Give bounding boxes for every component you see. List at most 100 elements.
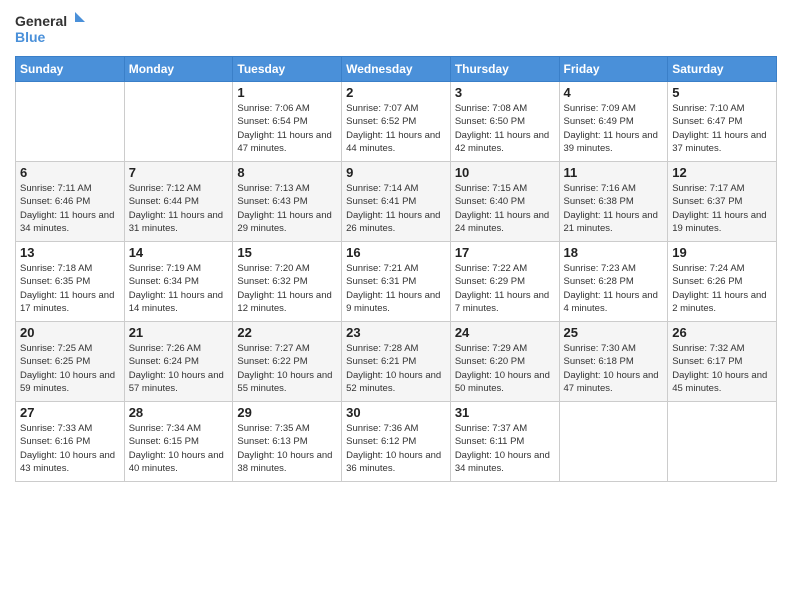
day-info: Sunrise: 7:30 AM Sunset: 6:18 PM Dayligh… — [564, 342, 664, 395]
day-number: 24 — [455, 325, 555, 340]
column-header-wednesday: Wednesday — [342, 57, 451, 82]
calendar-cell: 20 Sunrise: 7:25 AM Sunset: 6:25 PM Dayli… — [16, 322, 125, 402]
column-header-monday: Monday — [124, 57, 233, 82]
calendar-cell: 21 Sunrise: 7:26 AM Sunset: 6:24 PM Dayli… — [124, 322, 233, 402]
calendar-cell: 28 Sunrise: 7:34 AM Sunset: 6:15 PM Dayli… — [124, 402, 233, 482]
day-number: 7 — [129, 165, 229, 180]
calendar-cell: 16 Sunrise: 7:21 AM Sunset: 6:31 PM Dayli… — [342, 242, 451, 322]
calendar-week-1: 1 Sunrise: 7:06 AM Sunset: 6:54 PM Daylig… — [16, 82, 777, 162]
day-info: Sunrise: 7:06 AM Sunset: 6:54 PM Dayligh… — [237, 102, 337, 155]
day-info: Sunrise: 7:26 AM Sunset: 6:24 PM Dayligh… — [129, 342, 229, 395]
day-info: Sunrise: 7:07 AM Sunset: 6:52 PM Dayligh… — [346, 102, 446, 155]
day-number: 12 — [672, 165, 772, 180]
calendar-cell: 19 Sunrise: 7:24 AM Sunset: 6:26 PM Dayli… — [668, 242, 777, 322]
calendar-week-2: 6Sunrise: 7:11 AM Sunset: 6:46 PM Daylig… — [16, 162, 777, 242]
calendar-cell: 22 Sunrise: 7:27 AM Sunset: 6:22 PM Dayli… — [233, 322, 342, 402]
day-info: Sunrise: 7:34 AM Sunset: 6:15 PM Dayligh… — [129, 422, 229, 475]
day-number: 17 — [455, 245, 555, 260]
day-number: 28 — [129, 405, 229, 420]
day-number: 31 — [455, 405, 555, 420]
day-number: 27 — [20, 405, 120, 420]
calendar-cell: 4 Sunrise: 7:09 AM Sunset: 6:49 PM Daylig… — [559, 82, 668, 162]
svg-text:General: General — [15, 13, 67, 29]
day-info: Sunrise: 7:32 AM Sunset: 6:17 PM Dayligh… — [672, 342, 772, 395]
day-info: Sunrise: 7:37 AM Sunset: 6:11 PM Dayligh… — [455, 422, 555, 475]
day-info: Sunrise: 7:13 AM Sunset: 6:43 PM Dayligh… — [237, 182, 337, 235]
day-number: 19 — [672, 245, 772, 260]
day-number: 9 — [346, 165, 446, 180]
column-header-tuesday: Tuesday — [233, 57, 342, 82]
day-info: Sunrise: 7:18 AM Sunset: 6:35 PM Dayligh… — [20, 262, 120, 315]
column-header-sunday: Sunday — [16, 57, 125, 82]
calendar-cell: 6Sunrise: 7:11 AM Sunset: 6:46 PM Daylig… — [16, 162, 125, 242]
calendar-week-3: 13 Sunrise: 7:18 AM Sunset: 6:35 PM Dayli… — [16, 242, 777, 322]
day-number: 30 — [346, 405, 446, 420]
calendar-week-5: 27 Sunrise: 7:33 AM Sunset: 6:16 PM Dayli… — [16, 402, 777, 482]
day-number: 3 — [455, 85, 555, 100]
day-number: 22 — [237, 325, 337, 340]
day-number: 26 — [672, 325, 772, 340]
day-number: 20 — [20, 325, 120, 340]
logo-svg: General Blue — [15, 10, 85, 48]
calendar-cell: 8 Sunrise: 7:13 AM Sunset: 6:43 PM Daylig… — [233, 162, 342, 242]
calendar-cell: 3Sunrise: 7:08 AM Sunset: 6:50 PM Daylig… — [450, 82, 559, 162]
svg-text:Blue: Blue — [15, 29, 46, 45]
calendar-cell: 5Sunrise: 7:10 AM Sunset: 6:47 PM Daylig… — [668, 82, 777, 162]
day-number: 21 — [129, 325, 229, 340]
day-number: 18 — [564, 245, 664, 260]
day-info: Sunrise: 7:24 AM Sunset: 6:26 PM Dayligh… — [672, 262, 772, 315]
calendar-cell: 30 Sunrise: 7:36 AM Sunset: 6:12 PM Dayli… — [342, 402, 451, 482]
calendar-cell: 15Sunrise: 7:20 AM Sunset: 6:32 PM Dayli… — [233, 242, 342, 322]
day-info: Sunrise: 7:36 AM Sunset: 6:12 PM Dayligh… — [346, 422, 446, 475]
calendar-cell: 14 Sunrise: 7:19 AM Sunset: 6:34 PM Dayli… — [124, 242, 233, 322]
column-header-thursday: Thursday — [450, 57, 559, 82]
calendar-cell: 7 Sunrise: 7:12 AM Sunset: 6:44 PM Daylig… — [124, 162, 233, 242]
calendar-cell: 10Sunrise: 7:15 AM Sunset: 6:40 PM Dayli… — [450, 162, 559, 242]
calendar-cell: 17 Sunrise: 7:22 AM Sunset: 6:29 PM Dayli… — [450, 242, 559, 322]
day-info: Sunrise: 7:10 AM Sunset: 6:47 PM Dayligh… — [672, 102, 772, 155]
day-info: Sunrise: 7:16 AM Sunset: 6:38 PM Dayligh… — [564, 182, 664, 235]
day-number: 11 — [564, 165, 664, 180]
calendar-cell: 11 Sunrise: 7:16 AM Sunset: 6:38 PM Dayli… — [559, 162, 668, 242]
calendar-cell: 27 Sunrise: 7:33 AM Sunset: 6:16 PM Dayli… — [16, 402, 125, 482]
day-info: Sunrise: 7:21 AM Sunset: 6:31 PM Dayligh… — [346, 262, 446, 315]
calendar-cell — [124, 82, 233, 162]
calendar-cell: 18 Sunrise: 7:23 AM Sunset: 6:28 PM Dayli… — [559, 242, 668, 322]
day-info: Sunrise: 7:22 AM Sunset: 6:29 PM Dayligh… — [455, 262, 555, 315]
day-info: Sunrise: 7:27 AM Sunset: 6:22 PM Dayligh… — [237, 342, 337, 395]
day-number: 14 — [129, 245, 229, 260]
day-number: 1 — [237, 85, 337, 100]
day-info: Sunrise: 7:23 AM Sunset: 6:28 PM Dayligh… — [564, 262, 664, 315]
day-number: 8 — [237, 165, 337, 180]
day-number: 29 — [237, 405, 337, 420]
calendar-cell: 31 Sunrise: 7:37 AM Sunset: 6:11 PM Dayli… — [450, 402, 559, 482]
day-info: Sunrise: 7:28 AM Sunset: 6:21 PM Dayligh… — [346, 342, 446, 395]
day-number: 2 — [346, 85, 446, 100]
calendar-cell — [668, 402, 777, 482]
calendar-cell: 12 Sunrise: 7:17 AM Sunset: 6:37 PM Dayli… — [668, 162, 777, 242]
day-info: Sunrise: 7:09 AM Sunset: 6:49 PM Dayligh… — [564, 102, 664, 155]
day-info: Sunrise: 7:25 AM Sunset: 6:25 PM Dayligh… — [20, 342, 120, 395]
calendar-cell — [559, 402, 668, 482]
day-info: Sunrise: 7:17 AM Sunset: 6:37 PM Dayligh… — [672, 182, 772, 235]
day-info: Sunrise: 7:19 AM Sunset: 6:34 PM Dayligh… — [129, 262, 229, 315]
day-info: Sunrise: 7:29 AM Sunset: 6:20 PM Dayligh… — [455, 342, 555, 395]
calendar-cell: 25 Sunrise: 7:30 AM Sunset: 6:18 PM Dayli… — [559, 322, 668, 402]
calendar-cell: 1 Sunrise: 7:06 AM Sunset: 6:54 PM Daylig… — [233, 82, 342, 162]
day-number: 10 — [455, 165, 555, 180]
day-info: Sunrise: 7:33 AM Sunset: 6:16 PM Dayligh… — [20, 422, 120, 475]
day-info: Sunrise: 7:12 AM Sunset: 6:44 PM Dayligh… — [129, 182, 229, 235]
day-number: 13 — [20, 245, 120, 260]
calendar-cell: 2 Sunrise: 7:07 AM Sunset: 6:52 PM Daylig… — [342, 82, 451, 162]
calendar-week-4: 20 Sunrise: 7:25 AM Sunset: 6:25 PM Dayli… — [16, 322, 777, 402]
column-header-friday: Friday — [559, 57, 668, 82]
calendar-header: SundayMondayTuesdayWednesdayThursdayFrid… — [16, 57, 777, 82]
day-number: 25 — [564, 325, 664, 340]
day-info: Sunrise: 7:11 AM Sunset: 6:46 PM Dayligh… — [20, 182, 120, 235]
calendar-table: SundayMondayTuesdayWednesdayThursdayFrid… — [15, 56, 777, 482]
day-number: 4 — [564, 85, 664, 100]
day-number: 16 — [346, 245, 446, 260]
calendar-cell: 9Sunrise: 7:14 AM Sunset: 6:41 PM Daylig… — [342, 162, 451, 242]
day-number: 23 — [346, 325, 446, 340]
calendar-body: 1 Sunrise: 7:06 AM Sunset: 6:54 PM Daylig… — [16, 82, 777, 482]
